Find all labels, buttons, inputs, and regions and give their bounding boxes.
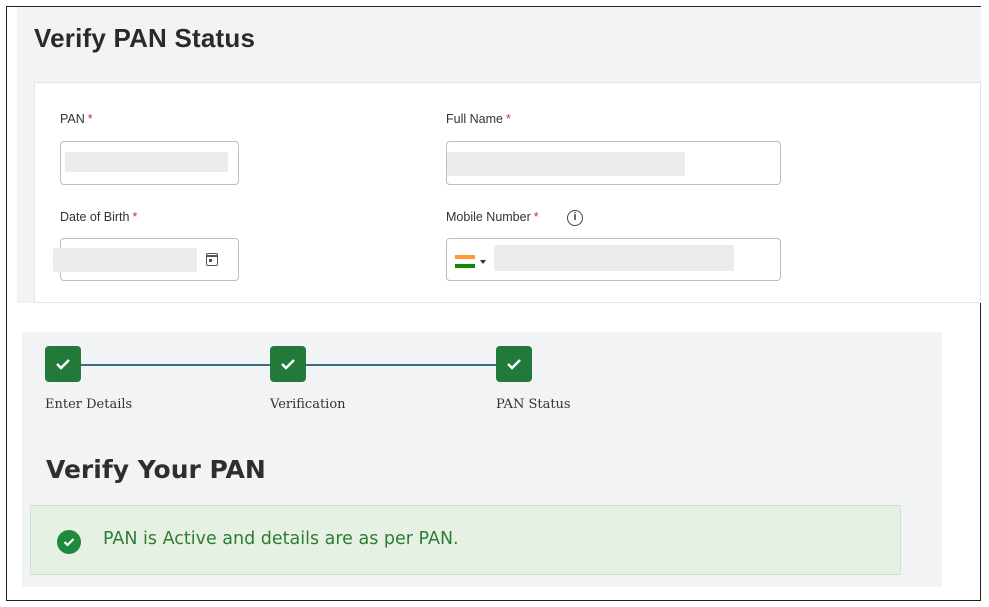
pan-status-alert: PAN is Active and details are as per PAN… — [30, 505, 901, 575]
step-label-pan-status: PAN Status — [496, 397, 571, 412]
chevron-down-icon[interactable] — [480, 260, 486, 264]
full-name-label-text: Full Name — [446, 112, 503, 126]
step-verification-check — [270, 346, 306, 382]
required-marker: * — [132, 210, 138, 224]
step-label-verification: Verification — [270, 397, 346, 412]
stepper-connector — [80, 364, 270, 366]
full-name-label: Full Name * — [446, 112, 511, 126]
form-card: PAN * Full Name * Date of Birth * Mobile Nu… — [34, 82, 981, 303]
verify-pan-form-panel: Verify PAN Status PAN * Full Name * Date o… — [17, 7, 981, 303]
india-flag-icon[interactable] — [455, 255, 475, 268]
pan-redacted-value — [65, 152, 228, 172]
verify-your-pan-panel: Enter Details Verification PAN Status Ve… — [22, 332, 942, 587]
mobile-label-text: Mobile Number — [446, 210, 531, 224]
check-icon — [507, 359, 521, 370]
check-icon — [56, 359, 70, 370]
info-icon[interactable]: i — [567, 210, 583, 226]
pan-label-text: PAN — [60, 112, 85, 126]
stepper-connector — [306, 364, 496, 366]
full-name-redacted-value — [447, 152, 685, 176]
full-name-input[interactable] — [446, 141, 781, 185]
mobile-redacted-value — [494, 245, 734, 271]
required-marker: * — [505, 112, 511, 126]
dob-input[interactable] — [53, 238, 239, 281]
pan-status-message: PAN is Active and details are as per PAN… — [103, 529, 459, 549]
step-enter-details-check — [45, 346, 81, 382]
mobile-input[interactable] — [446, 238, 781, 281]
dob-redacted-value — [53, 248, 197, 272]
required-marker: * — [533, 210, 539, 224]
pan-input[interactable] — [60, 141, 239, 185]
verify-your-pan-title: Verify Your PAN — [46, 455, 266, 484]
check-icon — [281, 359, 295, 370]
mobile-label: Mobile Number * — [446, 210, 539, 224]
check-circle-icon — [57, 530, 81, 554]
calendar-icon[interactable] — [206, 253, 218, 266]
page-title: Verify PAN Status — [34, 23, 256, 53]
dob-label: Date of Birth * — [60, 210, 137, 224]
step-pan-status-check — [496, 346, 532, 382]
required-marker: * — [87, 112, 93, 126]
step-label-enter-details: Enter Details — [45, 397, 133, 412]
dob-label-text: Date of Birth — [60, 210, 130, 224]
pan-label: PAN * — [60, 112, 93, 126]
